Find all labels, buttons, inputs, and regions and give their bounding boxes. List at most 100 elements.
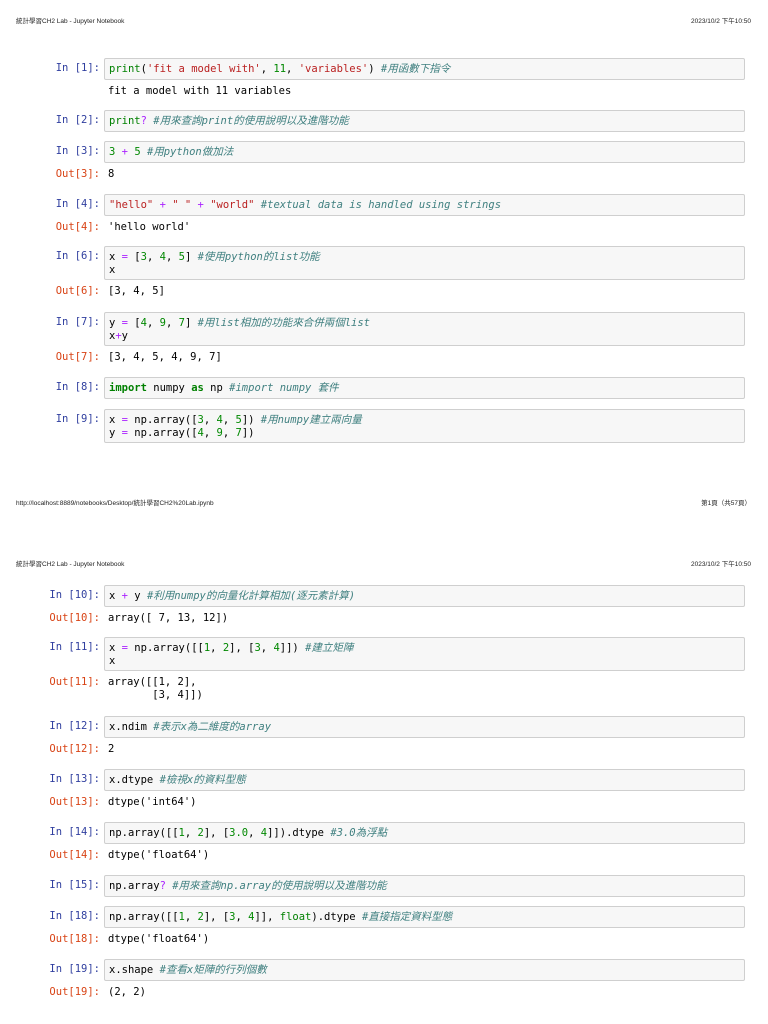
code-line: np.array([[1, 2], [3, 4]], float).dtype …	[109, 911, 740, 924]
code-line: y = [4, 9, 7] #用list相加的功能來合併兩個list	[109, 317, 740, 330]
token-code-text: np.array([[	[109, 911, 179, 923]
token-comment: #利用numpy的向量化計算相加(逐元素計算)	[146, 590, 356, 602]
token-code-text: x	[109, 654, 116, 667]
code-line: x.shape #查看x矩陣的行列個數	[109, 964, 740, 977]
cell-output: array([ 7, 13, 12])	[108, 612, 228, 625]
token-code-text: ,	[203, 414, 217, 426]
token-code-text: np.array	[109, 880, 160, 892]
token-code-text: ,	[203, 426, 217, 439]
in-prompt: In [9]:	[55, 413, 100, 425]
code-line: "hello" + " " + "world" #textual data is…	[109, 199, 740, 212]
token-comment: #textual data is handled using strings	[260, 199, 502, 211]
out-prompt: Out[6]:	[55, 285, 100, 297]
code-input-cell[interactable]: x = [3, 4, 5] #使用python的list功能 x	[104, 246, 745, 280]
code-input-cell[interactable]: x + y #利用numpy的向量化計算相加(逐元素計算)	[104, 585, 745, 607]
token-number: 3.0	[229, 827, 249, 839]
token-comment: #用函數下指令	[380, 63, 451, 75]
in-prompt: In [18]:	[49, 910, 100, 922]
token-code-text: ,	[260, 63, 274, 75]
cell-output: dtype('float64')	[108, 849, 209, 862]
out-prompt: Out[3]:	[55, 167, 100, 180]
token-code-text: ,	[146, 251, 160, 263]
output-line: [3, 4, 5]	[108, 285, 165, 297]
out-prompt: Out[4]:	[55, 220, 100, 233]
page2-header-datetime: 2023/10/2 下午10:50	[691, 561, 751, 568]
token-code-text: ,	[222, 426, 236, 439]
token-code-text: x	[109, 414, 122, 426]
output-line: dtype('float64')	[108, 932, 210, 945]
code-input-cell[interactable]: 3 + 5 #用python做加法	[104, 141, 745, 163]
code-input-cell[interactable]: print('fit a model with', 11, 'variables…	[104, 58, 745, 80]
code-line: 3 + 5 #用python做加法	[109, 146, 740, 159]
page1-header-datetime: 2023/10/2 下午10:50	[691, 18, 751, 25]
code-input-cell[interactable]: x.shape #查看x矩陣的行列個數	[104, 959, 745, 981]
page1-footer-page-number: 第1頁（共57頁）	[701, 500, 751, 507]
code-line: x.dtype #檢視x的資料型態	[109, 774, 740, 787]
code-input-cell[interactable]: import numpy as np #import numpy 套件	[104, 377, 745, 399]
token-string: "world"	[210, 199, 255, 211]
token-code-text: ,	[165, 317, 179, 329]
token-code-text: ,	[235, 911, 249, 923]
cell-output: [3, 4, 5, 4, 9, 7]	[108, 351, 222, 364]
cell-output: [3, 4, 5]	[108, 285, 165, 298]
token-code-text: x.dtype	[109, 774, 160, 786]
token-string: "hello"	[109, 199, 154, 211]
in-prompt: In [3]:	[55, 145, 100, 157]
token-code-text: [	[127, 251, 141, 263]
code-input-cell[interactable]: np.array? #用來查詢np.array的使用說明以及進階功能	[104, 875, 745, 897]
in-prompt: In [15]:	[49, 879, 100, 891]
code-input-cell[interactable]: y = [4, 9, 7] #用list相加的功能來合併兩個list x+y	[104, 312, 745, 346]
token-code-text: ,	[184, 827, 198, 839]
code-input-cell[interactable]: x.dtype #檢視x的資料型態	[104, 769, 745, 791]
in-prompt: In [13]:	[49, 773, 100, 785]
in-prompt: In [1]:	[55, 62, 100, 74]
in-prompt: In [14]:	[49, 826, 100, 838]
token-comment: #建立矩陣	[305, 642, 354, 654]
output-line: 8	[108, 167, 115, 180]
token-comment: #用numpy建立兩向量	[260, 414, 362, 426]
token-code-text: ]	[184, 251, 198, 263]
code-line: x = [3, 4, 5] #使用python的list功能	[109, 251, 740, 264]
token-code-text: x	[109, 251, 122, 263]
token-code-text: ,	[165, 251, 179, 263]
token-code-text: np.array([	[127, 414, 198, 426]
code-input-cell[interactable]: x.ndim #表示x為二維度的array	[104, 716, 745, 738]
in-prompt: In [7]:	[55, 316, 100, 328]
cell-output: 8	[108, 168, 114, 181]
code-line: np.array? #用來查詢np.array的使用說明以及進階功能	[109, 880, 740, 893]
code-line: print? #用來查詢print的使用說明以及進階功能	[109, 115, 740, 128]
token-code-text: y	[109, 426, 122, 439]
out-prompt: Out[7]:	[55, 351, 100, 363]
token-builtin: float	[279, 911, 312, 923]
token-comment: #import numpy 套件	[229, 382, 339, 394]
code-line: x.ndim #表示x為二維度的array	[109, 721, 740, 734]
token-code-text: x	[109, 642, 122, 654]
code-input-cell[interactable]: print? #用來查詢print的使用說明以及進階功能	[104, 110, 745, 132]
token-code-text: ).dtype	[311, 911, 362, 923]
token-code-text: x	[109, 590, 122, 602]
code-input-cell[interactable]: x = np.array([[1, 2], [3, 4]]) #建立矩陣 x	[104, 637, 745, 671]
cell-output: 'hello world'	[108, 221, 190, 234]
output-line: dtype('float64')	[108, 848, 210, 861]
token-code-text: ], [	[229, 642, 255, 654]
token-code-text: ,	[248, 827, 261, 839]
token-comment: #表示x為二維度的array	[153, 721, 272, 733]
token-code-text: np.array([[	[109, 827, 179, 839]
cell-output: fit a model with 11 variables	[108, 85, 291, 98]
cell-output: (2, 2)	[108, 986, 146, 999]
output-line: [3, 4]])	[108, 688, 203, 701]
token-code-text: )	[368, 63, 381, 75]
page1-footer-url[interactable]: http://localhost:8889/notebooks/Desktop/…	[16, 497, 214, 507]
notebook-print-view: 統計學習CH2 Lab - Jupyter Notebook 2023/10/2…	[0, 0, 768, 1024]
code-input-cell[interactable]: np.array([[1, 2], [3, 4]], float).dtype …	[104, 906, 745, 928]
token-code-text: ,	[222, 414, 236, 426]
code-input-cell[interactable]: np.array([[1, 2], [3.0, 4]]).dtype #3.0為…	[104, 822, 745, 844]
token-builtin: print	[109, 115, 141, 127]
cell-output: 2	[108, 743, 114, 756]
token-comment: #用list相加的功能來合併兩個list	[197, 317, 370, 329]
token-code-text: ], [	[203, 911, 230, 923]
in-prompt: In [19]:	[49, 963, 100, 975]
cell-output: array([[1, 2], [3, 4]])	[108, 676, 203, 701]
code-input-cell[interactable]: x = np.array([3, 4, 5]) #用numpy建立兩向量 y = …	[104, 409, 745, 443]
code-input-cell[interactable]: "hello" + " " + "world" #textual data is…	[104, 194, 745, 216]
